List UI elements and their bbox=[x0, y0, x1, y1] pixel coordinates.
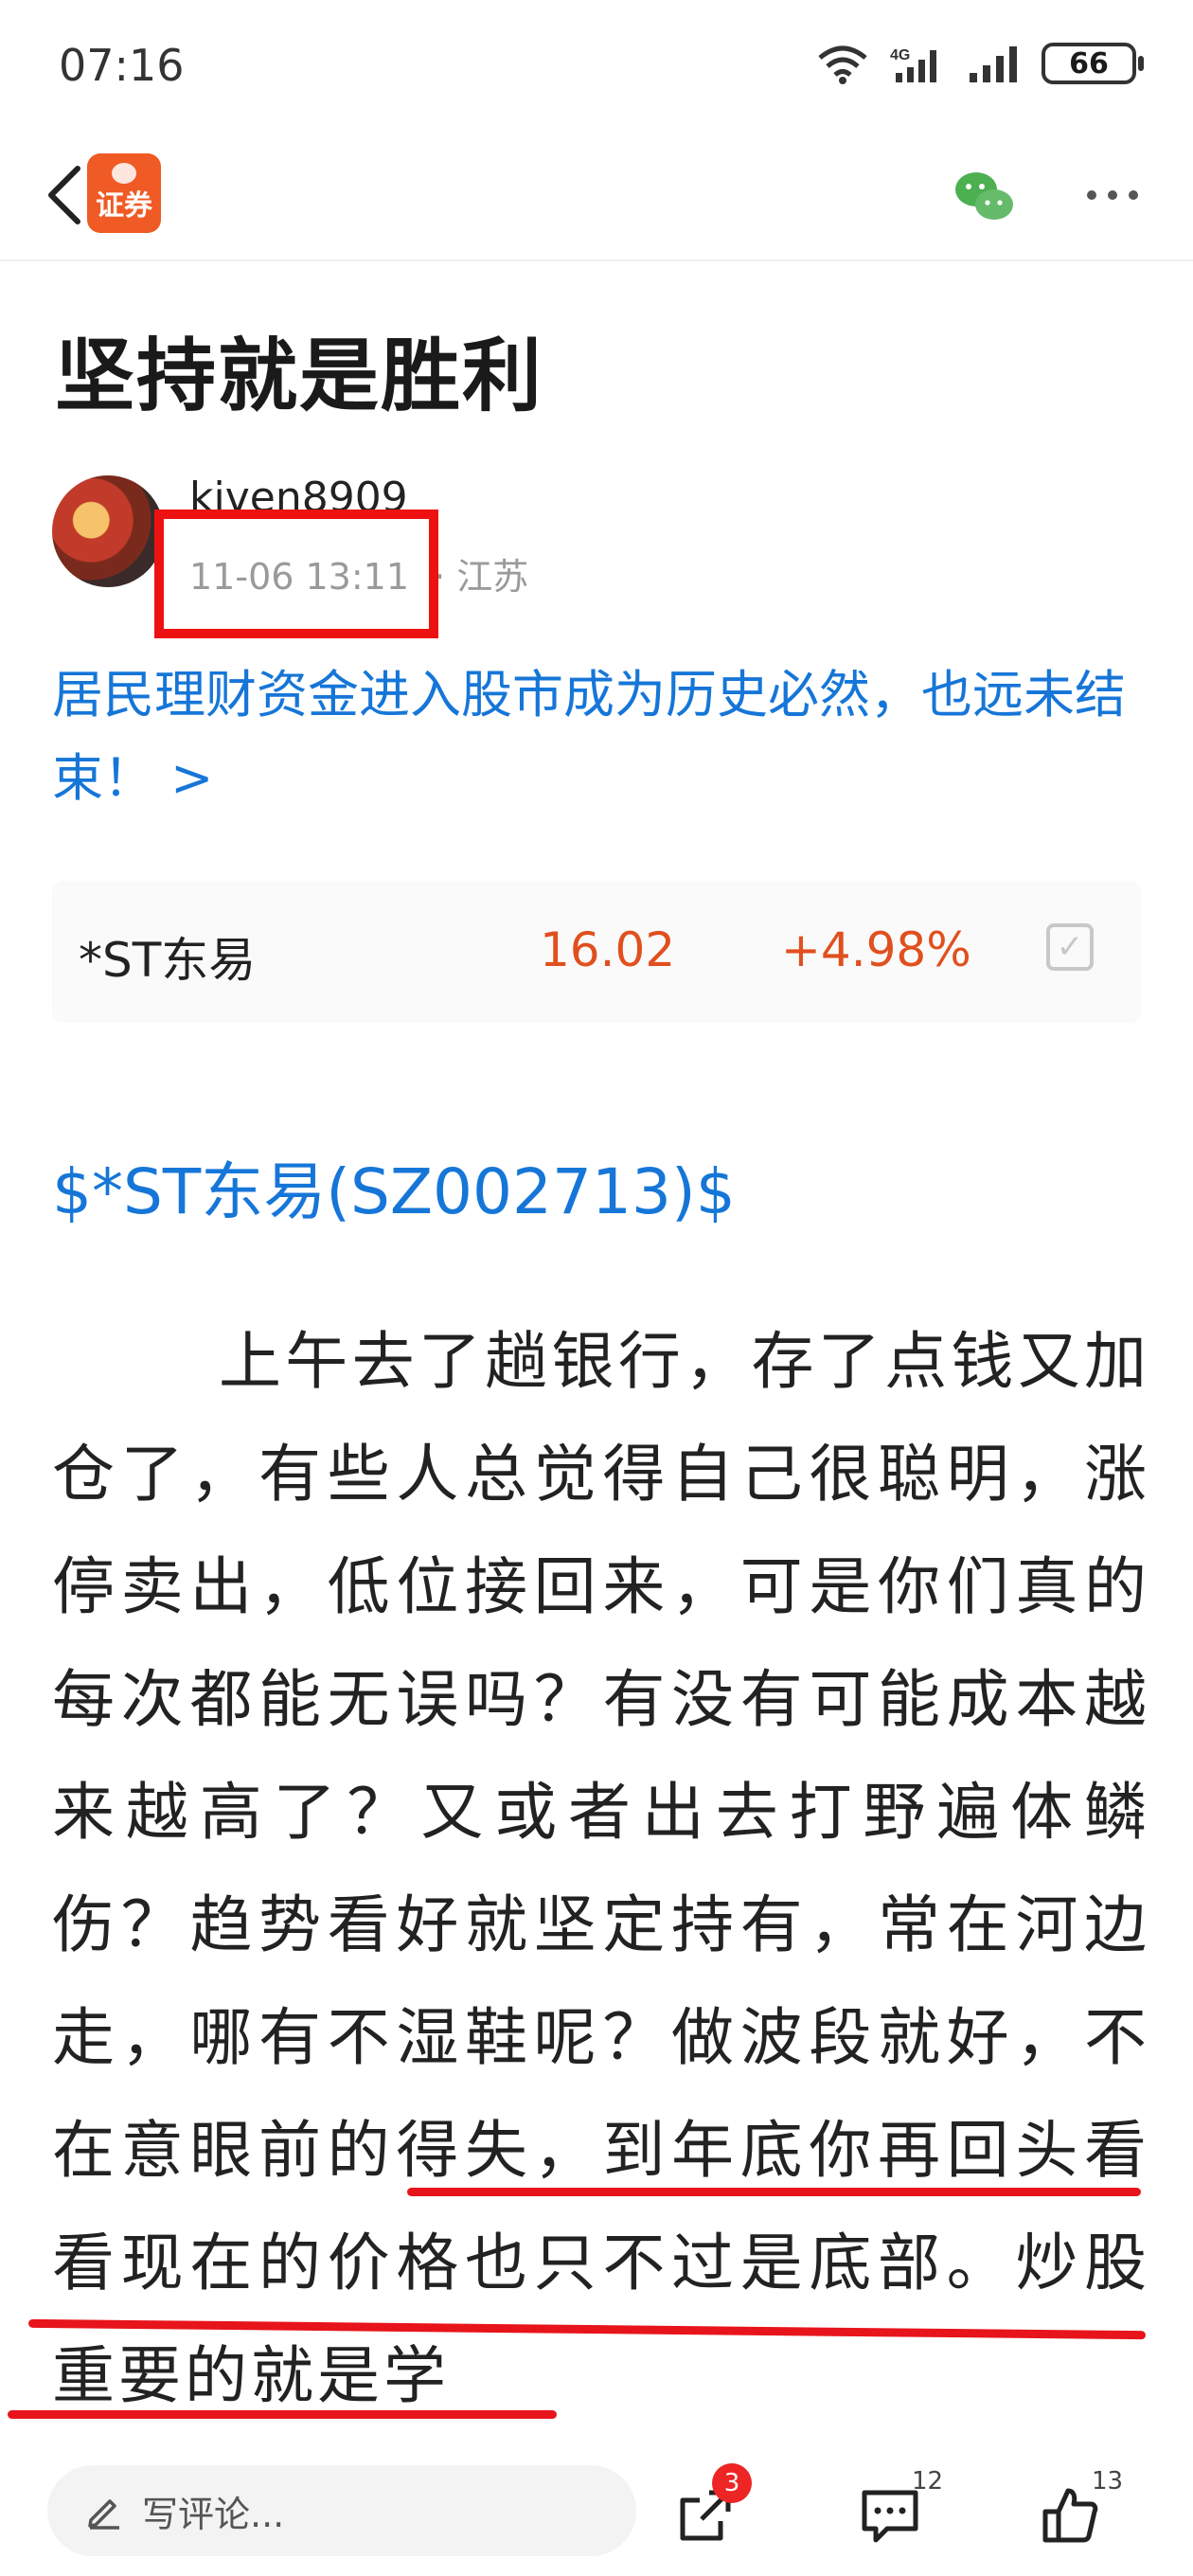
body-paragraph: 上午去了趟银行，存了点钱又加仓了，有些人总觉得自己很聪明，涨停卖出，低位接回来，… bbox=[52, 1325, 1150, 2412]
stock-card[interactable]: *ST东易 16.02 +4.98% ✓ bbox=[52, 881, 1141, 1023]
svg-text:4G: 4G bbox=[890, 47, 910, 63]
comment-placeholder: 写评论... bbox=[142, 2493, 285, 2535]
more-dot-icon bbox=[1129, 190, 1138, 200]
annotation-underline bbox=[407, 2188, 1141, 2196]
app-logo[interactable]: 证券 bbox=[87, 153, 161, 233]
post-body: 上午去了趟银行，存了点钱又加仓了，有些人总觉得自己很聪明，涨停卖出，低位接回来，… bbox=[52, 1305, 1150, 2432]
comment-button[interactable]: 12 bbox=[847, 2467, 943, 2558]
annotation-box bbox=[154, 510, 438, 638]
share-badge: 3 bbox=[712, 2463, 752, 2503]
topic-link[interactable]: 居民理财资金进入股市成为历史必然，也远未结束！ > bbox=[52, 653, 1150, 820]
comment-count: 12 bbox=[912, 2467, 944, 2496]
stock-name: *ST东易 bbox=[79, 933, 257, 988]
wechat-share-icon[interactable] bbox=[952, 163, 1018, 229]
status-icons: 4G 66 bbox=[816, 43, 1144, 84]
app-logo-text: 证券 bbox=[96, 189, 152, 223]
more-dot-icon bbox=[1108, 190, 1117, 200]
comment-input[interactable]: 写评论... bbox=[47, 2465, 636, 2556]
more-options-button[interactable] bbox=[1070, 167, 1155, 224]
stock-tag-link[interactable]: $*ST东易(SZ002713)$ bbox=[52, 1141, 736, 1232]
post-location: · 江苏 bbox=[434, 556, 529, 598]
chevron-left-icon bbox=[48, 166, 80, 224]
author-avatar[interactable] bbox=[52, 475, 164, 587]
status-bar: 07:16 4G 66 bbox=[0, 0, 1193, 133]
like-count: 13 bbox=[1092, 2467, 1124, 2496]
status-time: 07:16 bbox=[59, 40, 185, 91]
more-dot-icon bbox=[1087, 190, 1096, 200]
wifi-icon bbox=[818, 45, 867, 84]
post-title: 坚持就是胜利 bbox=[55, 330, 544, 422]
logo-mark-icon bbox=[112, 163, 136, 184]
signal-icon bbox=[970, 46, 1017, 82]
annotation-underline bbox=[8, 2410, 557, 2419]
stock-change: +4.98% bbox=[781, 922, 971, 977]
battery-icon: 66 bbox=[1042, 43, 1144, 84]
nav-bar: 证券 bbox=[0, 133, 1193, 261]
stock-price: 16.02 bbox=[540, 922, 676, 977]
pencil-icon bbox=[88, 2499, 119, 2530]
like-button[interactable]: 13 bbox=[1027, 2467, 1123, 2558]
share-button[interactable]: 3 bbox=[663, 2463, 752, 2558]
watchlist-checkbox[interactable]: ✓ bbox=[1046, 923, 1094, 971]
signal-4g-icon: 4G bbox=[890, 47, 936, 82]
bottom-action-bar: 写评论... 3 12 13 bbox=[0, 2448, 1193, 2576]
